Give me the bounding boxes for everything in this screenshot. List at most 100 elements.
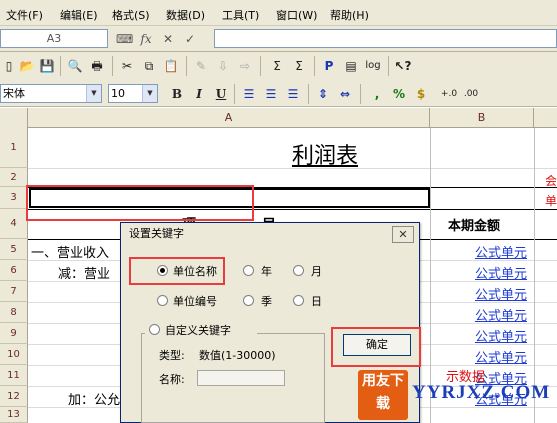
toolbar-separator [112,56,113,76]
cancel-x-icon[interactable]: ✕ [160,31,176,47]
fill-right-icon[interactable]: ⇨ [236,57,254,75]
radio-day[interactable] [293,295,304,306]
copy-icon[interactable]: ⧉ [140,57,158,75]
fill-down-icon[interactable]: ⇩ [214,57,232,75]
row-header[interactable]: 9 [0,323,28,344]
format-toolbar: 宋体 ▼ 10 ▼ B I U ☰ ☰ ☰ ⇕ ⇔ , % $ +.0 .00 [0,80,557,107]
row-header[interactable]: 4 [0,209,28,239]
page-setup-icon[interactable]: P [320,57,338,75]
row-header[interactable]: 5 [0,239,28,260]
radio-label: 年 [261,265,272,278]
radio-month[interactable] [293,265,304,276]
radio-quarter[interactable] [243,295,254,306]
chevron-down-icon[interactable]: ▼ [142,85,157,102]
menu-data[interactable]: 数据(D) [166,7,205,23]
underline-icon[interactable]: U [212,85,230,103]
cut-icon[interactable]: ✂ [118,57,136,75]
row-header[interactable]: 7 [0,281,28,302]
align-center-icon[interactable]: ☰ [262,85,280,103]
column-header-a[interactable]: A [28,108,430,128]
font-name-select[interactable]: 宋体 ▼ [0,84,102,103]
document-icon[interactable]: ▤ [342,57,360,75]
type-value: 数值(1-30000) [199,349,276,362]
save-icon[interactable]: 💾 [38,57,56,75]
row-header[interactable]: 10 [0,344,28,365]
keyboard-icon[interactable]: ⌨ [116,31,133,47]
formula-input[interactable] [214,29,557,48]
row-header[interactable]: 3 [0,187,28,209]
column-header-c[interactable] [534,108,557,128]
row-header[interactable]: 1 [0,128,28,168]
column-header-b[interactable]: B [430,108,534,128]
align-right-icon[interactable]: ☰ [284,85,302,103]
row-header[interactable]: 13 [0,407,28,423]
horizontal-fit-icon[interactable]: ⇔ [336,85,354,103]
log-icon[interactable]: log [364,57,382,75]
format-painter-icon[interactable]: ✎ [192,57,210,75]
menu-bar: 文件(F) 编辑(E) 格式(S) 数据(D) 工具(T) 窗口(W) 帮助(H… [0,0,557,26]
italic-icon[interactable]: I [190,85,208,103]
row-header[interactable]: 12 [0,386,28,407]
open-folder-icon[interactable]: 📂 [18,57,36,75]
menu-format[interactable]: 格式(S) [112,7,150,23]
align-left-icon[interactable]: ☰ [240,85,258,103]
radio-year[interactable] [243,265,254,276]
cell-c2-partial: 会 [545,174,557,188]
formula-unit-cell[interactable]: 公式单元 [475,326,527,345]
formula-unit-cell[interactable]: 公式单元 [475,242,527,261]
menu-window[interactable]: 窗口(W) [276,7,317,23]
vertical-align-icon[interactable]: ⇕ [314,85,332,103]
cell-reference-box[interactable]: A3 [0,29,108,48]
menu-tools[interactable]: 工具(T) [222,7,259,23]
menu-edit[interactable]: 编辑(E) [60,7,98,23]
select-all-corner[interactable] [0,108,28,128]
formula-bar: A3 ⌨ fx ✕ ✓ [0,26,557,52]
radio-custom-keyword[interactable] [149,324,160,335]
close-button[interactable]: ✕ [392,226,414,243]
radio-label: 单位编号 [173,295,217,308]
radio-unit-code[interactable] [157,295,168,306]
new-file-icon[interactable]: ▯ [0,57,18,75]
print-icon[interactable]: 🖶 [88,57,106,75]
formula-unit-cell[interactable]: 公式单元 [475,305,527,324]
formula-unit-cell[interactable]: 公式单元 [475,347,527,366]
row-header[interactable]: 11 [0,365,28,386]
keyword-name-input[interactable] [197,370,285,386]
comma-style-icon[interactable]: , [368,85,386,103]
percent-style-icon[interactable]: % [390,85,408,103]
sum-icon[interactable]: Σ [268,57,286,75]
confirm-check-icon[interactable]: ✓ [182,31,198,47]
decrease-decimal-icon[interactable]: .00 [462,85,480,103]
toolbar-separator [308,84,309,104]
function-icon[interactable]: fx [138,31,154,47]
highlight-box-a3 [26,185,254,221]
radio-label: 日 [311,295,322,308]
formula-unit-cell[interactable]: 公式单元 [475,263,527,282]
row-header[interactable]: 6 [0,260,28,281]
currency-style-icon[interactable]: $ [412,85,430,103]
chevron-down-icon[interactable]: ▼ [86,85,101,102]
font-name-value: 宋体 [3,87,25,100]
toolbar-separator [60,56,61,76]
menu-file[interactable]: 文件(F) [6,7,43,23]
print-preview-icon[interactable]: 🔍 [66,57,84,75]
cell-a12: 加：公允 [68,393,121,408]
toolbar-separator [186,56,187,76]
sum-range-icon[interactable]: Σ [290,57,308,75]
column-header-bar: A B [0,108,557,128]
increase-decimal-icon[interactable]: +.0 [440,85,458,103]
bold-icon[interactable]: B [168,85,186,103]
watermark: 用友下载 YYRJXZ.COM [358,366,557,423]
font-size-select[interactable]: 10 ▼ [108,84,158,103]
cell-a6: 减：营业 [58,267,111,282]
row-header[interactable]: 2 [0,168,28,187]
dialog-title: 设置关键字 [121,223,419,245]
help-pointer-icon[interactable]: ↖? [394,57,412,75]
radio-label: 月 [311,265,322,278]
standard-toolbar: ▯ 📂 💾 🔍 🖶 ✂ ⧉ 📋 ✎ ⇩ ⇨ Σ Σ P ▤ log ↖? [0,52,557,80]
font-size-value: 10 [111,87,125,100]
row-header[interactable]: 8 [0,302,28,323]
paste-icon[interactable]: 📋 [162,57,180,75]
menu-help[interactable]: 帮助(H) [330,7,369,23]
formula-unit-cell[interactable]: 公式单元 [475,284,527,303]
